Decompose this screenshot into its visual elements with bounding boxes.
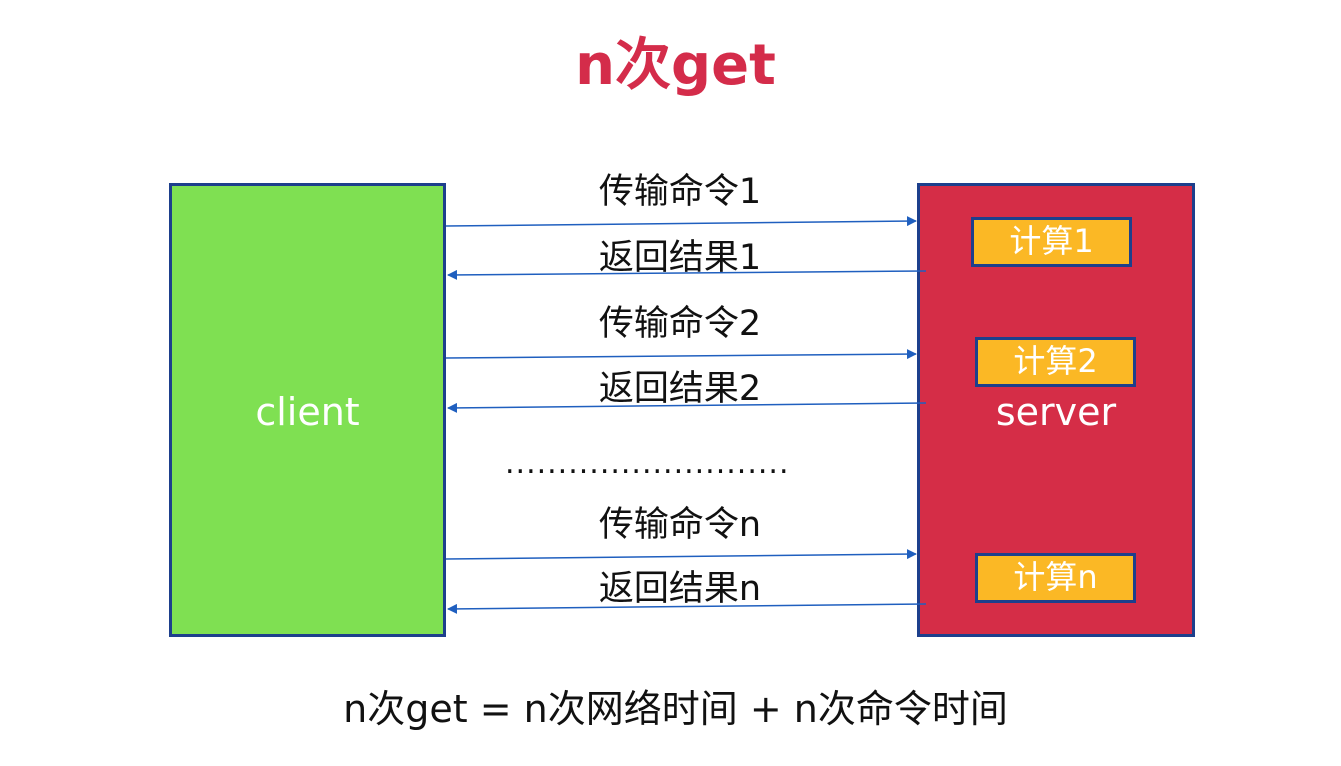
message-label-2: 返回结果1 bbox=[598, 238, 762, 278]
message-label-6: 返回结果n bbox=[598, 569, 762, 609]
message-label-5: 传输命令n bbox=[598, 505, 762, 545]
message-label-1: 传输命令1 bbox=[598, 172, 762, 212]
arrow-command-2 bbox=[445, 349, 917, 360]
message-label-3: 传输命令2 bbox=[598, 304, 762, 344]
arrow-command-n bbox=[445, 549, 917, 560]
formula: n次get = n次网络时间 + n次命令时间 bbox=[343, 687, 1008, 731]
arrow-command-1 bbox=[445, 216, 917, 227]
ellipsis: ........................... bbox=[505, 446, 790, 481]
message-label-4: 返回结果2 bbox=[598, 369, 762, 409]
